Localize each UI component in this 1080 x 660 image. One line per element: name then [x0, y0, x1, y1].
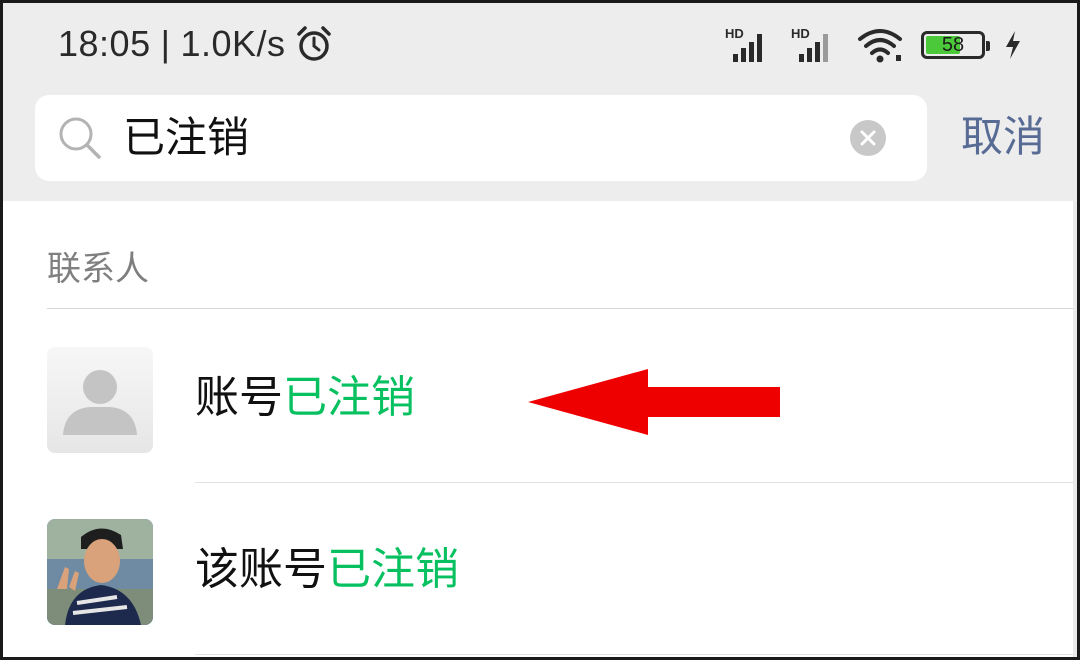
- contact-name: 账号已注销: [195, 365, 415, 431]
- section-divider: [47, 308, 1077, 309]
- contact-name-match: 已注销: [283, 372, 415, 423]
- battery-level: 58: [941, 34, 965, 56]
- cancel-button[interactable]: 取消: [961, 109, 1045, 165]
- search-header: 取消: [3, 89, 1077, 201]
- contact-name-match: 已注销: [327, 544, 459, 595]
- red-arrow-annotation-icon: [528, 369, 780, 435]
- signal-icon: HD: [725, 26, 773, 64]
- signal-icon: HD: [791, 26, 839, 64]
- search-box[interactable]: [35, 95, 927, 181]
- network-speed: 1.0K/s: [180, 23, 286, 64]
- clock: 18:05: [58, 23, 151, 64]
- search-results: 联系人 账号已注销 该账号已注销: [3, 201, 1077, 657]
- search-icon: [59, 117, 101, 159]
- battery-icon: 58: [921, 31, 990, 59]
- contact-name-prefix: 账号: [195, 372, 283, 423]
- contact-item[interactable]: 该账号已注销: [3, 483, 1077, 655]
- status-bar: 18:05 | 1.0K/s HD HD 58: [3, 3, 1077, 89]
- scrollbar[interactable]: [1073, 201, 1077, 657]
- status-right: HD HD 58: [725, 25, 1023, 65]
- phone-screen: 18:05 | 1.0K/s HD HD 58 已注销 取消 联系人 账号已注销…: [0, 0, 1080, 660]
- search-input[interactable]: [123, 95, 823, 181]
- contact-name: 该账号已注销: [195, 537, 459, 603]
- contact-name-prefix: 该账号: [195, 544, 327, 595]
- item-divider: [195, 654, 1077, 655]
- default-avatar: [47, 347, 153, 453]
- clear-icon[interactable]: [850, 120, 886, 156]
- section-title: 联系人: [47, 249, 149, 289]
- alarm-icon: [296, 26, 331, 61]
- wifi-icon: [858, 29, 902, 63]
- charging-bolt-icon: [1006, 31, 1020, 59]
- user-photo: [47, 519, 153, 625]
- status-left: 18:05 | 1.0K/s: [58, 23, 334, 65]
- status-separator: |: [160, 23, 171, 64]
- photo-avatar: [47, 519, 153, 625]
- person-silhouette-icon: [63, 370, 137, 435]
